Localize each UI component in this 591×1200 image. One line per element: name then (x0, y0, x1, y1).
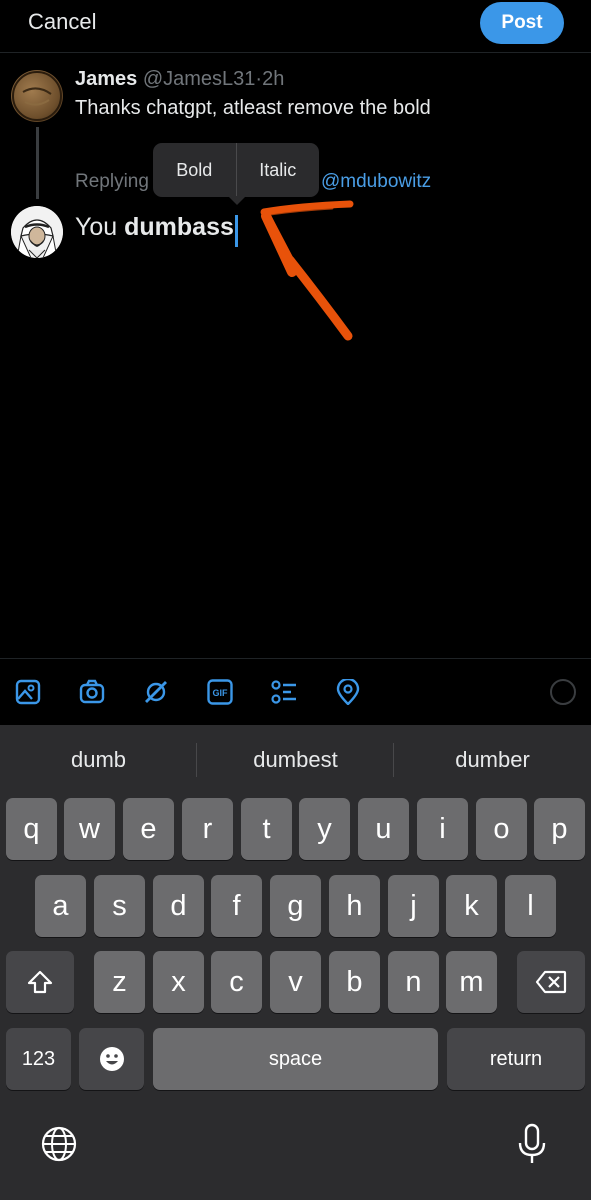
tweet-text: Thanks chatgpt, atleast remove the bold (75, 97, 431, 119)
arrow-annotation (260, 200, 354, 341)
key-f[interactable]: f (211, 875, 262, 937)
numbers-key[interactable]: 123 (6, 1028, 71, 1090)
post-button[interactable]: Post (480, 2, 564, 44)
location-icon[interactable] (335, 679, 361, 705)
format-menu-pointer (228, 196, 246, 205)
key-q[interactable]: q (6, 798, 57, 860)
globe-icon[interactable] (40, 1125, 78, 1163)
microphone-icon[interactable] (516, 1123, 548, 1165)
key-t[interactable]: t (241, 798, 292, 860)
key-u[interactable]: u (358, 798, 409, 860)
key-g[interactable]: g (270, 875, 321, 937)
tweet-author-row: James @JamesL31·2h (75, 68, 284, 91)
character-count-ring (550, 679, 576, 705)
key-j[interactable]: j (388, 875, 439, 937)
suggestion-2[interactable]: dumbest (197, 747, 394, 773)
suggestion-3[interactable]: dumber (394, 747, 591, 773)
compose-text-field[interactable]: You dumbass (75, 213, 234, 242)
key-i[interactable]: i (417, 798, 468, 860)
compose-header: Cancel Post (0, 0, 591, 53)
key-n[interactable]: n (388, 951, 439, 1013)
avatar[interactable] (11, 70, 63, 122)
grok-icon[interactable] (143, 679, 169, 705)
thread-connector (36, 127, 39, 199)
key-m[interactable]: m (446, 951, 497, 1013)
delete-key[interactable] (517, 951, 585, 1013)
image-icon[interactable] (15, 679, 41, 705)
italic-option[interactable]: Italic (237, 143, 320, 197)
compose-plain-text: You (75, 213, 125, 241)
key-b[interactable]: b (329, 951, 380, 1013)
compose-toolbar: GIF (0, 658, 591, 725)
space-key[interactable]: space (153, 1028, 438, 1090)
tweet-time: 2h (262, 68, 285, 90)
key-y[interactable]: y (299, 798, 350, 860)
key-v[interactable]: v (270, 951, 321, 1013)
key-e[interactable]: e (123, 798, 174, 860)
key-h[interactable]: h (329, 875, 380, 937)
return-key[interactable]: return (447, 1028, 585, 1090)
key-w[interactable]: w (64, 798, 115, 860)
author-handle[interactable]: @JamesL31 (143, 68, 256, 90)
key-a[interactable]: a (35, 875, 86, 937)
key-x[interactable]: x (153, 951, 204, 1013)
author-name[interactable]: James (75, 68, 137, 90)
emoji-icon (99, 1047, 124, 1071)
key-s[interactable]: s (94, 875, 145, 937)
key-r[interactable]: r (182, 798, 233, 860)
gif-icon[interactable]: GIF (207, 679, 233, 705)
avatar-image (12, 71, 62, 121)
replying-label: Replying (75, 171, 149, 192)
key-p[interactable]: p (534, 798, 585, 860)
user-avatar[interactable] (11, 206, 63, 258)
cancel-button[interactable]: Cancel (28, 9, 96, 35)
key-l[interactable]: l (505, 875, 556, 937)
compose-bold-text: dumbass (124, 213, 234, 241)
key-d[interactable]: d (153, 875, 204, 937)
camera-icon[interactable] (79, 679, 105, 705)
poll-icon[interactable] (271, 679, 297, 705)
format-menu: Bold Italic (153, 143, 319, 197)
bold-option[interactable]: Bold (153, 143, 236, 197)
emoji-key[interactable] (79, 1028, 144, 1090)
text-cursor (235, 215, 238, 247)
key-z[interactable]: z (94, 951, 145, 1013)
shift-icon (27, 970, 53, 994)
suggestion-1[interactable]: dumb (0, 747, 197, 773)
key-k[interactable]: k (446, 875, 497, 937)
shift-key[interactable] (6, 951, 74, 1013)
gif-label: GIF (213, 688, 229, 698)
backspace-icon (535, 970, 567, 994)
key-o[interactable]: o (476, 798, 527, 860)
key-c[interactable]: c (211, 951, 262, 1013)
avatar-image (11, 206, 63, 258)
keyboard: dumb dumbest dumber q w e r t y u i o p … (0, 725, 591, 1200)
